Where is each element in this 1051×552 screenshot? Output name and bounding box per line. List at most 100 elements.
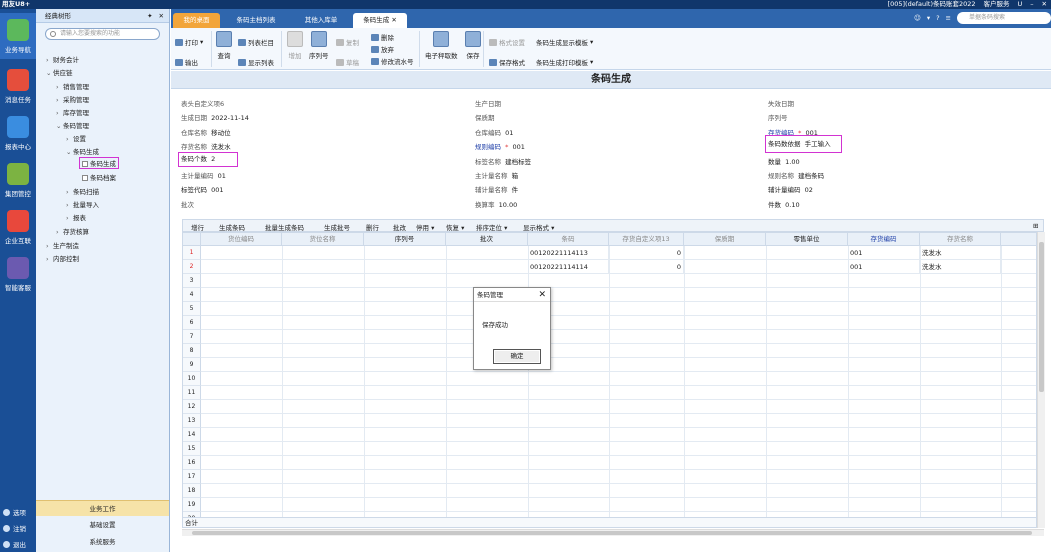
inv-name-cell[interactable]: 洗发水 [920,260,1001,274]
row-number[interactable]: 10 [183,372,201,386]
inv-code-cell[interactable]: 001 [848,260,920,274]
close-icon[interactable]: ✕ [538,288,546,302]
tree-node-barcode-gen-group[interactable]: ⌄ 条码生成 [66,146,99,156]
row-number[interactable]: 1 [183,246,201,260]
col-location-name[interactable]: 货位名称 [282,233,364,246]
table-row[interactable] [201,316,1036,330]
inv-code-cell[interactable]: 001 [848,246,920,260]
row-number[interactable]: 16 [183,456,201,470]
warehouse-name-field[interactable]: 仓库名称 移动位 [181,127,231,137]
col-location-code[interactable]: 货位编码 [201,233,282,246]
ok-button[interactable]: 确定 [493,349,541,364]
table-row[interactable] [201,344,1036,358]
format-setting-button[interactable]: 格式设置 [489,37,525,47]
options-button[interactable]: 选项 [3,507,26,517]
tree-node-purchase[interactable]: › 采购管理 [56,94,89,104]
barcode-search-input[interactable]: 单据条码搜索 [957,12,1051,24]
table-row[interactable]: 00120221114114 0 001 洗发水 [201,260,1036,274]
row-number[interactable]: 13 [183,414,201,428]
tree-search-input[interactable]: 请输入您要搜索的功能 [45,28,160,40]
rule-name-field[interactable]: 规则名称 建档条码 [768,170,824,180]
col-custom13[interactable]: 存货自定义项13 [609,233,684,246]
edit-serial-button[interactable]: 修改流水号 [371,56,414,66]
expiry-date-field[interactable]: 失效日期 [768,98,794,108]
chevron-down-icon[interactable]: ▾ [927,14,930,22]
prod-date-field[interactable]: 生产日期 [475,98,501,108]
output-button[interactable]: 输出 [175,57,198,67]
disable-dropdown[interactable]: 停用 ▾ [416,222,434,232]
label-name-field[interactable]: 标签名称 建档标签 [475,156,531,166]
tab-barcode-gen[interactable]: 条码生成 ✕ [353,13,407,28]
table-row[interactable] [201,470,1036,484]
label-code-field[interactable]: 标签代码 001 [181,184,224,194]
row-number[interactable]: 12 [183,400,201,414]
col-inv-name[interactable]: 存货名称 [920,233,1001,246]
rule-code-field[interactable]: 规则编码 * 001 [475,141,525,151]
row-number[interactable]: 14 [183,428,201,442]
gen-batch-no-button[interactable]: 生成批号 [324,222,350,232]
custom13-cell[interactable]: 0 [609,246,684,260]
col-inv-code[interactable]: 存货编码 [848,233,920,246]
col-serial[interactable]: 序列号 [364,233,446,246]
table-row[interactable] [201,302,1036,316]
pin-icon[interactable]: ✦ [147,9,152,23]
row-number[interactable]: 9 [183,358,201,372]
table-row[interactable] [201,386,1036,400]
col-batch[interactable]: 批次 [446,233,528,246]
sort-locate-dropdown[interactable]: 排序定位 ▾ [476,222,507,232]
vertical-scrollbar[interactable] [1037,232,1045,528]
expand-icon[interactable]: ⊞ [1033,222,1038,230]
col-barcode[interactable]: 条码 [528,233,609,246]
table-row[interactable] [201,400,1036,414]
row-number[interactable]: 19 [183,498,201,512]
row-number[interactable]: 8 [183,344,201,358]
main-unit-code-field[interactable]: 主计量编码 01 [181,170,226,180]
col-shelf-life[interactable]: 保质期 [684,233,766,246]
table-row[interactable] [201,358,1036,372]
row-number[interactable]: 3 [183,274,201,288]
row-number[interactable]: 17 [183,470,201,484]
emoji-icon[interactable]: ☺ [914,14,921,22]
inv-name-cell[interactable]: 洗发水 [920,246,1001,260]
footer-system-service[interactable]: 系统服务 [36,534,169,550]
main-unit-name-field[interactable]: 主计量名称 箱 [475,170,518,180]
tree-node-barcode-gen[interactable]: 条码生成 [79,157,119,169]
barcode-basis-field[interactable]: 条码数依据 手工输入 [765,135,842,153]
add-row-button[interactable]: 增行 [191,222,204,232]
tree-node-reports[interactable]: › 报表 [66,212,86,222]
close-icon[interactable]: ✕ [159,9,164,23]
nav-group[interactable]: 集团管控 [0,157,36,203]
custom13-cell[interactable]: 0 [609,260,684,274]
customer-service-button[interactable]: 客户服务 [984,0,1010,9]
row-number[interactable]: 7 [183,330,201,344]
row-number[interactable]: 6 [183,316,201,330]
tab-desktop[interactable]: 我的桌面 [173,13,220,28]
logout-button[interactable]: 注销 [3,523,26,533]
table-row[interactable] [201,330,1036,344]
tree-node-barcode-mgmt[interactable]: ⌄ 条码管理 [56,120,89,130]
aux-unit-code-field[interactable]: 辅计量编码 02 [768,184,813,194]
col-retail-unit[interactable]: 零售单位 [766,233,848,246]
draft-button[interactable]: 草稿 [336,57,359,67]
serial-button[interactable]: 序列号 [309,31,329,60]
help-icon[interactable]: U [1018,0,1023,9]
inv-name-field[interactable]: 存货名称 洗发水 [181,141,231,151]
row-number[interactable]: 11 [183,386,201,400]
table-row[interactable] [201,274,1036,288]
table-row[interactable]: 00120221114113 0 001 洗发水 [201,246,1036,260]
save-format-button[interactable]: 保存格式 [489,57,525,67]
tree-node-inventory-accounting[interactable]: › 存货核算 [56,226,89,236]
table-row[interactable] [201,372,1036,386]
gen-date-field[interactable]: 生成日期 2022-11-14 [181,112,249,122]
tree-node-supply-chain[interactable]: ⌄ 供应链 [46,67,73,77]
tree-node-settings[interactable]: › 设置 [66,133,86,143]
footer-business-work[interactable]: 业务工作 [36,500,169,516]
batch-edit-button[interactable]: 批改 [393,222,406,232]
tab-barcode-master-list[interactable]: 条码主档列表 [226,13,286,28]
display-format-dropdown[interactable]: 显示格式 ▾ [523,222,554,232]
tree-node-inventory[interactable]: › 库存管理 [56,107,89,117]
nav-message[interactable]: 消息任务 [0,63,36,109]
col-qty[interactable]: 数量 [1001,233,1036,246]
barcode-cell[interactable]: 00120221114113 [528,246,609,260]
nav-connect[interactable]: 企业互联 [0,204,36,250]
